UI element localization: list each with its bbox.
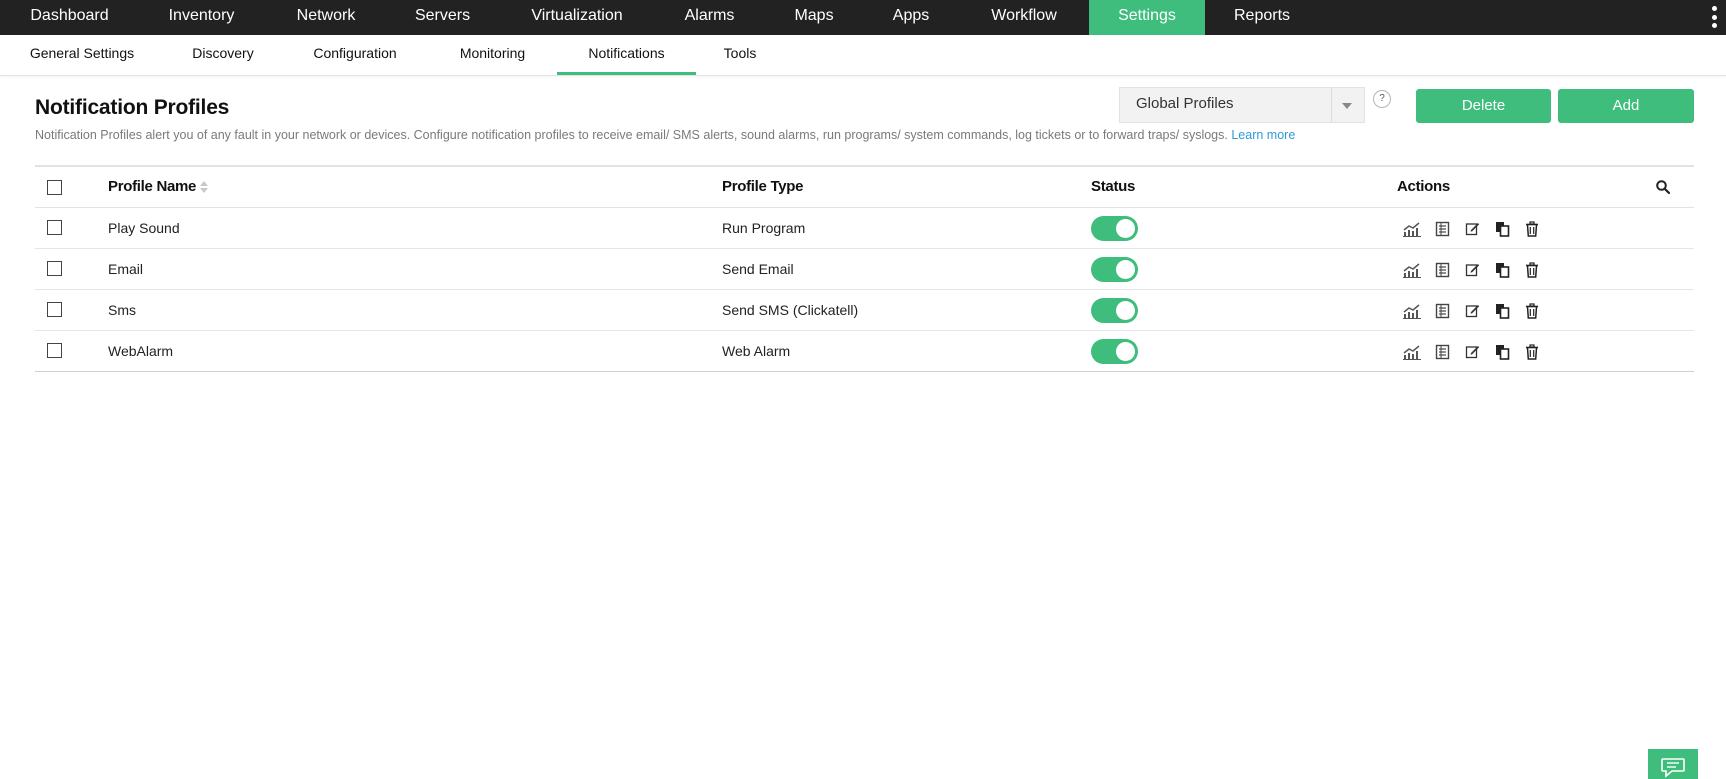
profile-name-cell: WebAlarm bbox=[108, 343, 174, 359]
status-toggle[interactable] bbox=[1091, 339, 1138, 364]
trash-icon[interactable] bbox=[1522, 342, 1542, 362]
nav-tab-workflow[interactable]: Workflow bbox=[968, 0, 1080, 35]
table-header: Profile Name Profile Type Status Actions bbox=[35, 165, 1694, 208]
nav-tab-dashboard[interactable]: Dashboard bbox=[6, 0, 133, 35]
toggle-knob bbox=[1116, 219, 1135, 238]
copy-icon[interactable] bbox=[1492, 301, 1512, 321]
row-actions bbox=[1402, 331, 1552, 372]
toggle-knob bbox=[1116, 301, 1135, 320]
nav-tab-apps[interactable]: Apps bbox=[872, 0, 950, 35]
log-icon[interactable] bbox=[1432, 219, 1452, 239]
more-vertical-icon[interactable] bbox=[1708, 6, 1720, 28]
profile-name-cell: Email bbox=[108, 261, 144, 277]
chart-icon[interactable] bbox=[1402, 301, 1422, 321]
row-actions bbox=[1402, 249, 1552, 290]
status-toggle[interactable] bbox=[1091, 298, 1138, 323]
edit-icon[interactable] bbox=[1462, 219, 1482, 239]
subtab-tools[interactable]: Tools bbox=[706, 35, 774, 75]
sort-icon[interactable] bbox=[200, 181, 209, 194]
table-row[interactable]: WebAlarm Web Alarm bbox=[35, 331, 1694, 372]
subtab-general-settings[interactable]: General Settings bbox=[14, 35, 150, 75]
table-body: Play Sound Run Program Email Send Email Sms S… bbox=[35, 208, 1694, 372]
profile-type-cell: Web Alarm bbox=[722, 343, 791, 359]
trash-icon[interactable] bbox=[1522, 301, 1542, 321]
profile-type-cell: Run Program bbox=[722, 220, 806, 236]
toggle-knob bbox=[1116, 260, 1135, 279]
table-row[interactable]: Play Sound Run Program bbox=[35, 208, 1694, 249]
column-header-actions: Actions bbox=[1397, 178, 1450, 195]
chevron-down-icon bbox=[1342, 103, 1352, 109]
copy-icon[interactable] bbox=[1492, 342, 1512, 362]
row-checkbox[interactable] bbox=[47, 261, 62, 276]
row-actions bbox=[1402, 208, 1552, 249]
select-divider bbox=[1331, 88, 1332, 122]
profile-type-cell: Send Email bbox=[722, 261, 794, 277]
trash-icon[interactable] bbox=[1522, 260, 1542, 280]
nav-tab-settings[interactable]: Settings bbox=[1089, 0, 1205, 35]
edit-icon[interactable] bbox=[1462, 342, 1482, 362]
column-header-profile-type: Profile Type bbox=[722, 178, 804, 195]
help-icon[interactable]: ? bbox=[1373, 90, 1391, 108]
chart-icon[interactable] bbox=[1402, 219, 1422, 239]
select-all-checkbox[interactable] bbox=[47, 180, 62, 195]
copy-icon[interactable] bbox=[1492, 260, 1512, 280]
nav-tab-servers[interactable]: Servers bbox=[396, 0, 489, 35]
search-icon[interactable] bbox=[1655, 179, 1671, 195]
nav-tab-reports[interactable]: Reports bbox=[1208, 0, 1316, 35]
top-navigation-bar: Dashboard Inventory Network Servers Virt… bbox=[0, 0, 1726, 35]
profile-name-cell: Play Sound bbox=[108, 220, 180, 236]
profiles-table: Profile Name Profile Type Status Actions… bbox=[35, 165, 1694, 372]
chat-icon bbox=[1661, 758, 1685, 778]
subtab-discovery[interactable]: Discovery bbox=[170, 35, 276, 75]
profile-scope-value: Global Profiles bbox=[1136, 95, 1234, 112]
edit-icon[interactable] bbox=[1462, 301, 1482, 321]
add-button[interactable]: Add bbox=[1558, 89, 1694, 123]
status-toggle[interactable] bbox=[1091, 216, 1138, 241]
column-header-status: Status bbox=[1091, 178, 1136, 195]
chat-button[interactable] bbox=[1648, 749, 1698, 779]
nav-tab-alarms[interactable]: Alarms bbox=[662, 0, 757, 35]
copy-icon[interactable] bbox=[1492, 219, 1512, 239]
nav-tab-network[interactable]: Network bbox=[276, 0, 376, 35]
chart-icon[interactable] bbox=[1402, 342, 1422, 362]
subtab-configuration[interactable]: Configuration bbox=[298, 35, 412, 75]
subtab-monitoring[interactable]: Monitoring bbox=[440, 35, 545, 75]
log-icon[interactable] bbox=[1432, 342, 1452, 362]
settings-sub-navigation: General Settings Discovery Configuration… bbox=[0, 35, 1726, 76]
edit-icon[interactable] bbox=[1462, 260, 1482, 280]
page-title: Notification Profiles bbox=[35, 96, 230, 119]
log-icon[interactable] bbox=[1432, 301, 1452, 321]
column-header-profile-name[interactable]: Profile Name bbox=[108, 167, 209, 207]
row-actions bbox=[1402, 290, 1552, 331]
nav-tab-virtualization[interactable]: Virtualization bbox=[512, 0, 642, 35]
page-description: Notification Profiles alert you of any f… bbox=[35, 128, 1295, 142]
profile-scope-select[interactable]: Global Profiles bbox=[1119, 87, 1365, 123]
log-icon[interactable] bbox=[1432, 260, 1452, 280]
nav-tab-inventory[interactable]: Inventory bbox=[148, 0, 255, 35]
row-checkbox[interactable] bbox=[47, 302, 62, 317]
row-checkbox[interactable] bbox=[47, 220, 62, 235]
table-row[interactable]: Email Send Email bbox=[35, 249, 1694, 290]
toggle-knob bbox=[1116, 342, 1135, 361]
subtab-notifications[interactable]: Notifications bbox=[557, 35, 696, 75]
row-checkbox[interactable] bbox=[47, 343, 62, 358]
delete-button[interactable]: Delete bbox=[1416, 89, 1551, 123]
status-toggle[interactable] bbox=[1091, 257, 1138, 282]
description-text: Notification Profiles alert you of any f… bbox=[35, 128, 1228, 142]
learn-more-link[interactable]: Learn more bbox=[1231, 128, 1295, 142]
trash-icon[interactable] bbox=[1522, 219, 1542, 239]
chart-icon[interactable] bbox=[1402, 260, 1422, 280]
table-row[interactable]: Sms Send SMS (Clickatell) bbox=[35, 290, 1694, 331]
profile-name-cell: Sms bbox=[108, 302, 136, 318]
nav-tab-maps[interactable]: Maps bbox=[774, 0, 854, 35]
profile-type-cell: Send SMS (Clickatell) bbox=[722, 302, 859, 318]
